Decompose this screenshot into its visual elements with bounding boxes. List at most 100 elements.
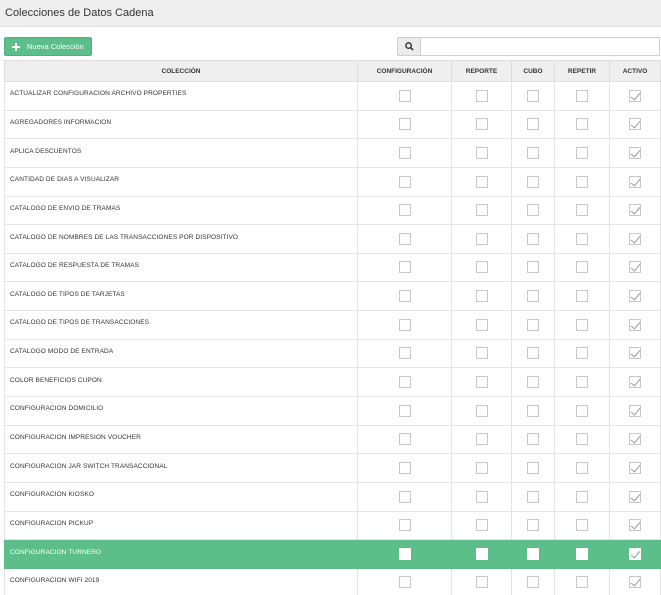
activo-checkbox[interactable]: [629, 261, 641, 274]
cubo-checkbox[interactable]: [527, 375, 539, 388]
activo-checkbox[interactable]: [629, 204, 641, 217]
cubo-checkbox[interactable]: [527, 118, 539, 131]
activo-checkbox[interactable]: [629, 375, 641, 388]
repetir-checkbox[interactable]: [576, 547, 588, 560]
repetir-checkbox[interactable]: [576, 433, 588, 446]
activo-checkbox[interactable]: [629, 290, 641, 303]
configuracion-checkbox[interactable]: [398, 89, 411, 102]
repetir-checkbox[interactable]: [576, 576, 588, 589]
cubo-checkbox[interactable]: [527, 461, 539, 474]
configuracion-checkbox[interactable]: [398, 290, 411, 303]
activo-checkbox[interactable]: [629, 576, 641, 589]
activo-checkbox[interactable]: [629, 461, 641, 474]
cubo-checkbox[interactable]: [527, 519, 539, 532]
table-row[interactable]: CATALOGO DE TIPOS DE TRANSACCIONES: [4, 310, 661, 340]
column-header-cubo[interactable]: CUBO: [511, 60, 555, 82]
activo-checkbox[interactable]: [629, 490, 641, 503]
configuracion-checkbox[interactable]: [398, 204, 411, 217]
reporte-checkbox[interactable]: [475, 318, 488, 331]
reporte-checkbox[interactable]: [475, 175, 488, 188]
configuracion-checkbox[interactable]: [398, 404, 411, 417]
reporte-checkbox[interactable]: [475, 519, 488, 532]
activo-checkbox[interactable]: [629, 547, 641, 560]
table-row[interactable]: CONFIGURACION IMPRESION VOUCHER: [4, 424, 661, 455]
column-header-reporte[interactable]: REPORTE: [451, 60, 512, 82]
table-row[interactable]: CONFIGURACION KIOSKO: [4, 481, 661, 512]
cubo-checkbox[interactable]: [527, 290, 539, 303]
repetir-checkbox[interactable]: [576, 175, 588, 188]
repetir-checkbox[interactable]: [576, 261, 588, 274]
reporte-checkbox[interactable]: [475, 375, 488, 388]
activo-checkbox[interactable]: [629, 232, 641, 245]
configuracion-checkbox[interactable]: [398, 232, 411, 245]
column-header-repetir[interactable]: REPETIR: [554, 60, 610, 82]
table-row[interactable]: CONFIGURACION DOMICILIO: [4, 396, 661, 426]
activo-checkbox[interactable]: [629, 519, 641, 532]
activo-checkbox[interactable]: [629, 89, 641, 102]
column-header-activo[interactable]: ACTIVO: [609, 60, 661, 82]
table-row[interactable]: CATALOGO DE ENVIO DE TRAMAS: [4, 195, 661, 226]
reporte-checkbox[interactable]: [475, 290, 488, 303]
table-row[interactable]: CATALOGO MODO DE ENTRADA: [4, 338, 661, 369]
cubo-checkbox[interactable]: [527, 433, 539, 446]
cubo-checkbox[interactable]: [527, 347, 539, 360]
reporte-checkbox[interactable]: [475, 461, 488, 474]
configuracion-checkbox[interactable]: [398, 118, 411, 131]
repetir-checkbox[interactable]: [576, 232, 588, 245]
reporte-checkbox[interactable]: [475, 404, 488, 417]
repetir-checkbox[interactable]: [576, 318, 588, 331]
search-button[interactable]: [397, 37, 421, 56]
reporte-checkbox[interactable]: [475, 204, 488, 217]
column-header-configuracion[interactable]: CONFIGURACIÓN: [357, 60, 452, 82]
table-row[interactable]: CONFIGURACION JAR SWITCH TRANSACCIONAL: [4, 453, 661, 483]
repetir-checkbox[interactable]: [576, 204, 588, 217]
reporte-checkbox[interactable]: [475, 232, 488, 245]
cubo-checkbox[interactable]: [527, 404, 539, 417]
reporte-checkbox[interactable]: [475, 547, 488, 560]
reporte-checkbox[interactable]: [475, 347, 488, 360]
configuracion-checkbox[interactable]: [398, 375, 411, 388]
activo-checkbox[interactable]: [629, 433, 641, 446]
cubo-checkbox[interactable]: [527, 232, 539, 245]
cubo-checkbox[interactable]: [527, 261, 539, 274]
search-input[interactable]: [421, 37, 660, 56]
new-collection-button[interactable]: Nueva Colección: [4, 37, 92, 56]
configuracion-checkbox[interactable]: [398, 146, 411, 159]
configuracion-checkbox[interactable]: [398, 433, 411, 446]
table-row[interactable]: CONFIGURACION PICKUP: [4, 510, 661, 541]
activo-checkbox[interactable]: [629, 146, 641, 159]
activo-checkbox[interactable]: [629, 318, 641, 331]
cubo-checkbox[interactable]: [527, 204, 539, 217]
configuracion-checkbox[interactable]: [398, 347, 411, 360]
column-header-coleccion[interactable]: COLECCIÓN: [4, 60, 358, 82]
table-row[interactable]: AGREGADORES INFORMACION: [4, 109, 661, 140]
configuracion-checkbox[interactable]: [398, 576, 411, 589]
configuracion-checkbox[interactable]: [398, 461, 411, 474]
repetir-checkbox[interactable]: [576, 375, 588, 388]
configuracion-checkbox[interactable]: [398, 547, 411, 560]
activo-checkbox[interactable]: [629, 404, 641, 417]
table-row[interactable]: CANTIDAD DE DIAS A VISUALIZAR: [4, 166, 661, 197]
cubo-checkbox[interactable]: [527, 576, 539, 589]
repetir-checkbox[interactable]: [576, 404, 588, 417]
repetir-checkbox[interactable]: [576, 347, 588, 360]
reporte-checkbox[interactable]: [475, 89, 488, 102]
reporte-checkbox[interactable]: [475, 433, 488, 446]
table-row[interactable]: ACTUALIZAR CONFIGURACION ARCHIVO PROPERT…: [4, 81, 661, 111]
activo-checkbox[interactable]: [629, 347, 641, 360]
table-row[interactable]: CONFIGURACION TURNERO: [4, 539, 661, 569]
activo-checkbox[interactable]: [629, 175, 641, 188]
cubo-checkbox[interactable]: [527, 89, 539, 102]
cubo-checkbox[interactable]: [527, 547, 539, 560]
reporte-checkbox[interactable]: [475, 490, 488, 503]
configuracion-checkbox[interactable]: [398, 261, 411, 274]
repetir-checkbox[interactable]: [576, 490, 588, 503]
configuracion-checkbox[interactable]: [398, 175, 411, 188]
activo-checkbox[interactable]: [629, 118, 641, 131]
table-row[interactable]: CATALOGO DE TIPOS DE TARJETAS: [4, 281, 661, 312]
cubo-checkbox[interactable]: [527, 175, 539, 188]
repetir-checkbox[interactable]: [576, 519, 588, 532]
cubo-checkbox[interactable]: [527, 318, 539, 331]
repetir-checkbox[interactable]: [576, 461, 588, 474]
repetir-checkbox[interactable]: [576, 89, 588, 102]
